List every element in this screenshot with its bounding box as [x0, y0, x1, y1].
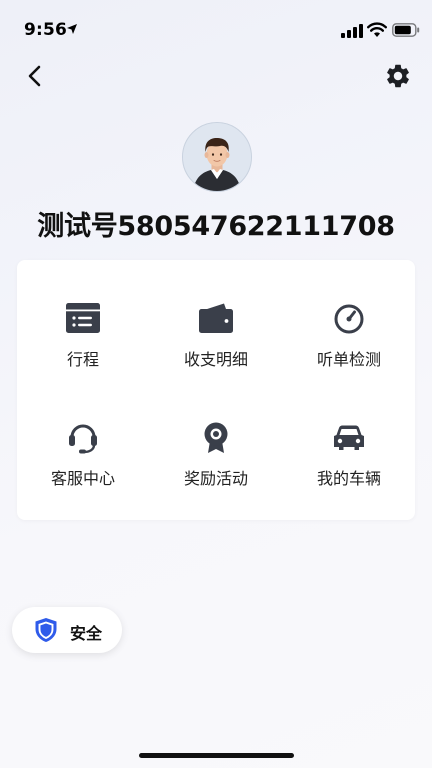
gear-icon[interactable] — [384, 62, 412, 90]
safety-label: 安全 — [70, 624, 103, 643]
menu-item-order-check[interactable]: 听单检测 — [283, 260, 415, 378]
wifi-icon — [367, 22, 387, 37]
status-bar: 9:56 — [0, 0, 432, 52]
battery-icon — [392, 23, 420, 37]
menu-item-trips[interactable]: 行程 — [17, 260, 149, 378]
menu-card: 行程 收支明细 听单检测 客服中心 奖励活动 我的车辆 — [17, 260, 415, 520]
menu-item-label: 奖励活动 — [183, 469, 248, 488]
status-time: 9:56 — [24, 20, 68, 40]
home-indicator[interactable] — [139, 753, 294, 758]
menu-item-my-vehicle[interactable]: 我的车辆 — [283, 379, 415, 497]
menu-item-rewards[interactable]: 奖励活动 — [150, 379, 282, 497]
shield-icon — [35, 618, 57, 642]
user-avatar[interactable] — [182, 122, 252, 192]
wallet-icon — [199, 303, 233, 333]
signal-icon — [341, 24, 363, 38]
award-badge-icon — [204, 422, 228, 453]
menu-item-label: 收支明细 — [183, 350, 248, 369]
menu-item-label: 我的车辆 — [316, 469, 381, 488]
avatar-illustration-icon — [183, 123, 251, 191]
safety-button[interactable]: 安全 — [12, 607, 122, 653]
headset-icon — [69, 424, 97, 454]
user-name: 测试号580547622111708 — [37, 211, 395, 242]
back-chevron-icon[interactable] — [22, 62, 50, 90]
menu-item-income[interactable]: 收支明细 — [150, 260, 282, 378]
menu-item-label: 听单检测 — [316, 350, 381, 369]
location-arrow-icon — [67, 24, 77, 34]
car-icon — [334, 425, 364, 450]
trip-list-icon — [66, 303, 100, 333]
menu-item-label: 客服中心 — [50, 469, 115, 488]
menu-item-label: 行程 — [66, 350, 99, 369]
gauge-icon — [334, 304, 364, 334]
menu-item-customer-service[interactable]: 客服中心 — [17, 379, 149, 497]
